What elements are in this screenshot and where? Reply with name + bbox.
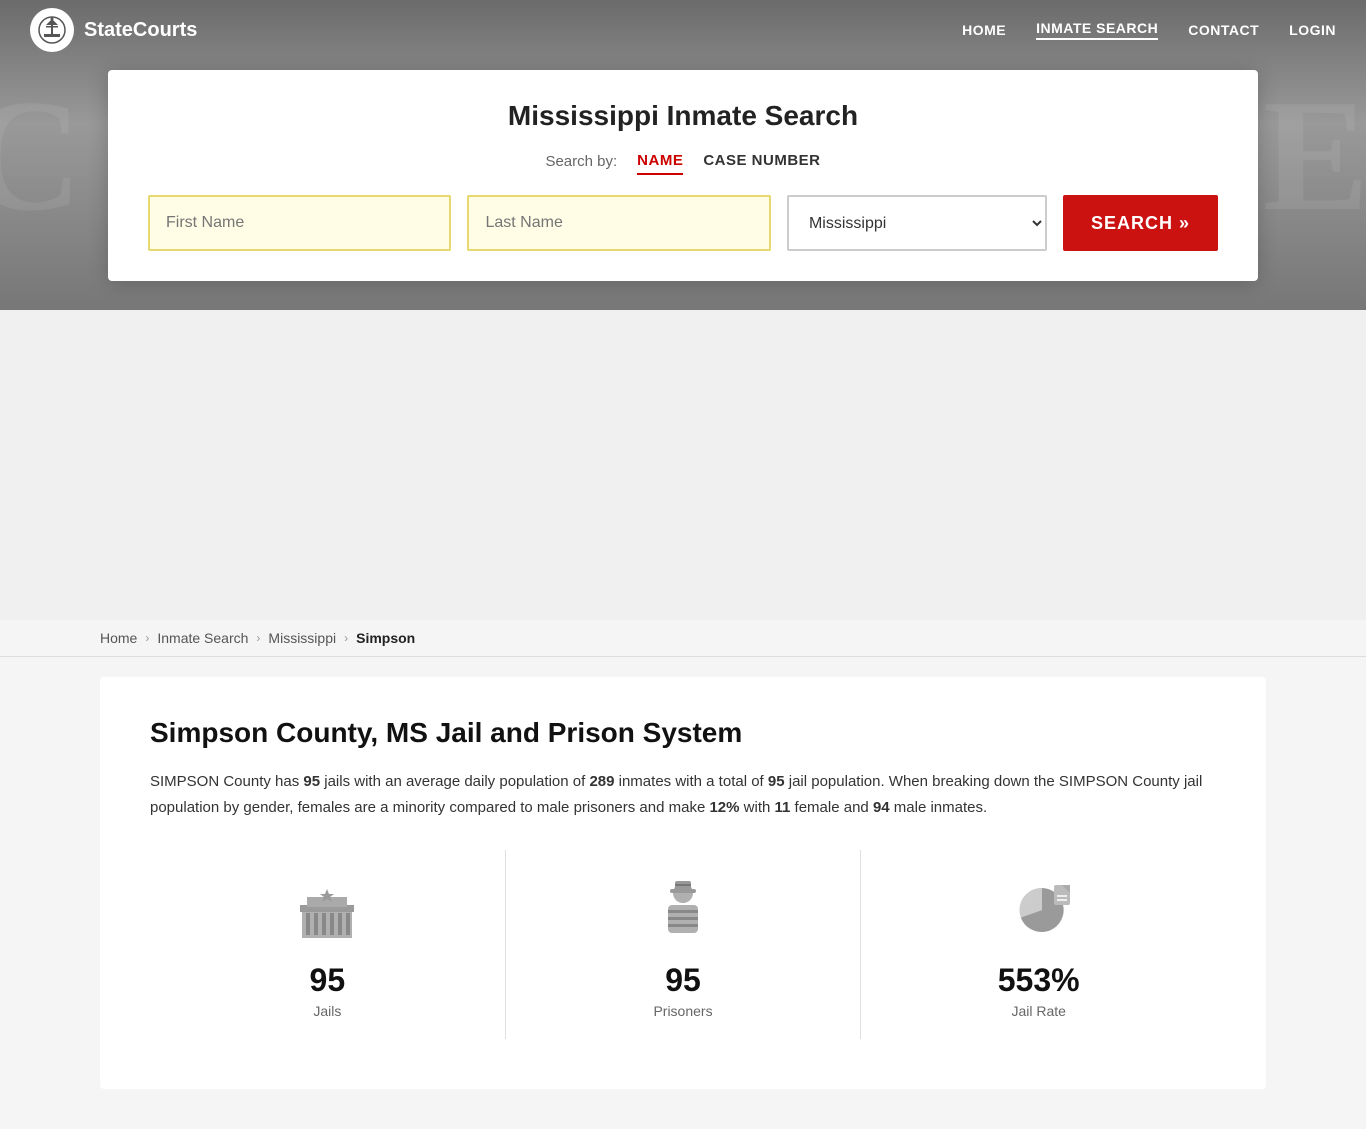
nav-inmate-search[interactable]: INMATE SEARCH [1036, 20, 1158, 40]
breadcrumb-home[interactable]: Home [100, 630, 137, 646]
search-button[interactable]: SEARCH » [1063, 195, 1218, 251]
logo-icon [30, 8, 74, 52]
nav-contact[interactable]: CONTACT [1188, 22, 1259, 38]
logo-name: StateCourts [84, 19, 197, 42]
search-card-title: Mississippi Inmate Search [148, 100, 1218, 132]
stat-jails: 95 Jails [150, 850, 506, 1039]
nav-home[interactable]: HOME [962, 22, 1006, 38]
jail-icon [287, 870, 367, 950]
stat-prisoners-number: 95 [665, 962, 701, 999]
stat-jail-rate-label: Jail Rate [1011, 1003, 1065, 1019]
prisoner-icon [643, 870, 723, 950]
content-card: Simpson County, MS Jail and Prison Syste… [100, 677, 1266, 1089]
tab-case-number[interactable]: CASE NUMBER [703, 148, 820, 175]
breadcrumb-current: Simpson [356, 630, 415, 646]
logo-link[interactable]: StateCourts [30, 8, 197, 52]
first-name-input[interactable] [148, 195, 451, 251]
chart-icon [999, 870, 1079, 950]
stat-prisoners: 95 Prisoners [506, 850, 862, 1039]
breadcrumb: Home › Inmate Search › Mississippi › Sim… [0, 620, 1366, 657]
stats-row: 95 Jails [150, 850, 1216, 1039]
desc-total: 95 [768, 773, 785, 790]
desc-mid5: female and [790, 799, 873, 816]
stat-jails-label: Jails [313, 1003, 341, 1019]
breadcrumb-sep-1: › [145, 631, 149, 645]
breadcrumb-sep-3: › [344, 631, 348, 645]
desc-male-count: 94 [873, 799, 890, 816]
nav-links: HOME INMATE SEARCH CONTACT LOGIN [962, 20, 1336, 40]
county-title: Simpson County, MS Jail and Prison Syste… [150, 717, 1216, 749]
breadcrumb-mississippi[interactable]: Mississippi [268, 630, 336, 646]
stat-jails-number: 95 [310, 962, 346, 999]
desc-female-pct: 12% [709, 799, 739, 816]
tab-name[interactable]: NAME [637, 148, 683, 175]
desc-mid1: jails with an average daily population o… [320, 773, 589, 790]
desc-jails-count: 95 [303, 773, 320, 790]
desc-mid2: inmates with a total of [614, 773, 767, 790]
search-by-row: Search by: NAME CASE NUMBER [148, 148, 1218, 175]
desc-female-count: 11 [775, 799, 791, 816]
search-card: Mississippi Inmate Search Search by: NAM… [108, 70, 1258, 281]
breadcrumb-inmate-search[interactable]: Inmate Search [157, 630, 248, 646]
nav-login[interactable]: LOGIN [1289, 22, 1336, 38]
last-name-input[interactable] [467, 195, 770, 251]
stat-prisoners-label: Prisoners [653, 1003, 712, 1019]
desc-avg-pop: 289 [589, 773, 614, 790]
desc-end: male inmates. [890, 799, 988, 816]
header: COURTHOUSE StateCourts HOME INMATE SEARC… [0, 0, 1366, 310]
nav-bar: StateCourts HOME INMATE SEARCH CONTACT L… [0, 0, 1366, 60]
breadcrumb-sep-2: › [256, 631, 260, 645]
county-description: SIMPSON County has 95 jails with an aver… [150, 769, 1210, 820]
state-select[interactable]: Mississippi Alabama Arkansas Louisiana T… [787, 195, 1047, 251]
desc-mid4: with [740, 799, 775, 816]
search-by-label: Search by: [545, 153, 617, 170]
content-area: Simpson County, MS Jail and Prison Syste… [0, 657, 1366, 1129]
stat-jail-rate: 553% Jail Rate [861, 850, 1216, 1039]
stat-jail-rate-number: 553% [998, 962, 1080, 999]
search-inputs-row: Mississippi Alabama Arkansas Louisiana T… [148, 195, 1218, 251]
desc-intro: SIMPSON County has [150, 773, 303, 790]
